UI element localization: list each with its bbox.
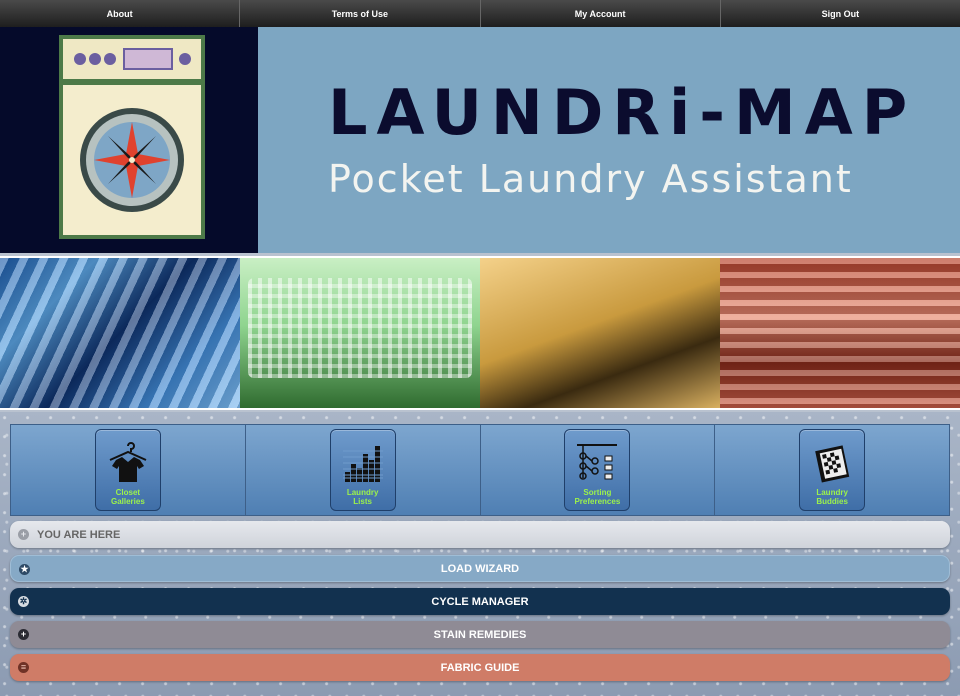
load-wizard-button[interactable]: ★ LOAD WIZARD [10,555,950,582]
banner-laundry-baskets [240,258,480,408]
top-nav: About Terms of Use My Account Sign Out [0,0,960,27]
gear-icon: ✲ [18,596,29,607]
load-wizard-label: LOAD WIZARD [440,562,520,575]
banner-folded-towels [720,258,960,408]
closet-galleries-button[interactable]: Closet Galleries [94,429,161,511]
tile-label-line2: Lists [353,497,372,506]
tile-label-line2: Galleries [110,497,145,506]
bars-chart-icon [342,446,383,482]
nav-my-account[interactable]: My Account [481,0,721,27]
photo-banner [0,256,960,410]
tile-label-line2: Preferences [574,497,621,506]
menu-icon: ≡ [18,662,29,673]
cycle-manager-label: CYCLE MANAGER [431,595,529,608]
fabric-guide-label: FABRIC GUIDE [440,661,520,674]
laundry-buddies-button[interactable]: Laundry Buddies [799,429,866,511]
iconbar-cell: Sorting Preferences [481,425,716,515]
app-subtitle: Pocket Laundry Assistant [328,157,853,201]
stain-remedies-button[interactable]: + STAIN REMEDIES [10,621,950,648]
you-are-here-bar[interactable]: + YOU ARE HERE [10,521,950,548]
tile-label-line1: Sorting [583,488,612,497]
tile-label-line1: Laundry [346,488,379,497]
iconbar-cell: Closet Galleries [11,425,246,515]
washing-machine-compass-icon [59,35,205,239]
title-area: LAUNDRi-MAP Pocket Laundry Assistant [258,27,960,253]
cycle-manager-button[interactable]: ✲ CYCLE MANAGER [10,588,950,615]
nav-sign-out[interactable]: Sign Out [721,0,960,27]
fabric-guide-button[interactable]: ≡ FABRIC GUIDE [10,654,950,681]
you-are-here-label: YOU ARE HERE [37,528,121,541]
sorting-tree-icon [577,444,618,480]
nav-about[interactable]: About [0,0,241,27]
app-title: LAUNDRi-MAP [328,76,917,149]
logo[interactable] [0,27,258,253]
tile-label-line1: Laundry [816,488,848,497]
iconbar-cell: Laundry Lists [246,425,481,515]
banner-striped-shirts [0,258,240,408]
tile-label-line1: Closet [115,488,141,497]
stain-remedies-label: STAIN REMEDIES [433,628,527,641]
feature-icon-bar: Closet Galleries Laundry Lists Sorting P… [10,424,950,516]
banner-clothesline [480,258,720,408]
plus-icon: + [18,529,29,540]
tile-label-line2: Buddies [816,497,848,506]
hanger-shirt-icon [109,442,147,482]
star-icon: ★ [19,564,30,575]
plus-icon: + [18,629,29,640]
book-icon [815,445,850,483]
header: LAUNDRi-MAP Pocket Laundry Assistant [0,27,960,253]
iconbar-cell: Laundry Buddies [715,425,949,515]
sorting-preferences-button[interactable]: Sorting Preferences [564,429,631,511]
nav-terms-of-use[interactable]: Terms of Use [240,0,481,27]
laundry-lists-button[interactable]: Laundry Lists [329,429,396,511]
